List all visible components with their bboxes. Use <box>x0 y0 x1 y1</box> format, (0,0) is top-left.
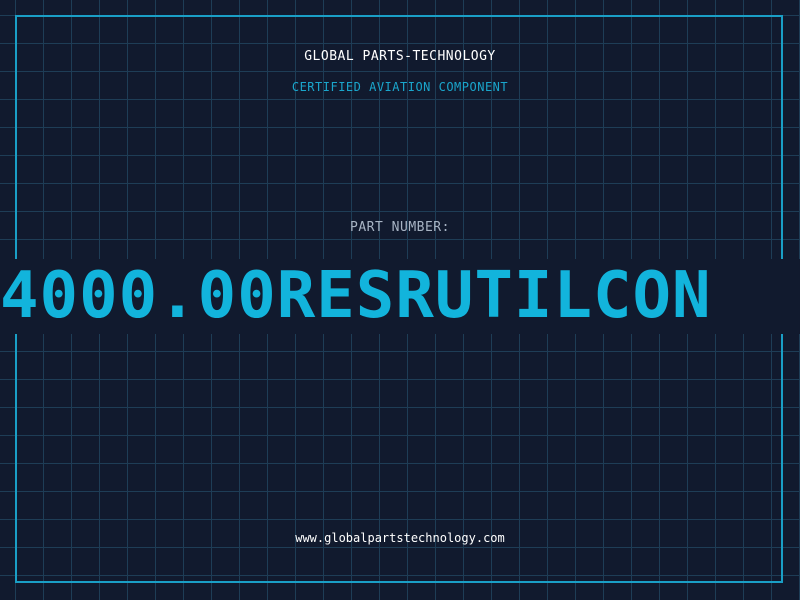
part-number-value: 4000.00RESRUTILCON <box>0 259 712 333</box>
website-link[interactable]: www.globalpartstechnology.com <box>0 531 800 545</box>
part-number-band: 4000.00RESRUTILCON <box>0 259 800 334</box>
part-number-label: PART NUMBER: <box>350 220 450 235</box>
company-name: GLOBAL PARTS-TECHNOLOGY <box>304 49 496 64</box>
tagline: CERTIFIED AVIATION COMPONENT <box>291 80 509 94</box>
